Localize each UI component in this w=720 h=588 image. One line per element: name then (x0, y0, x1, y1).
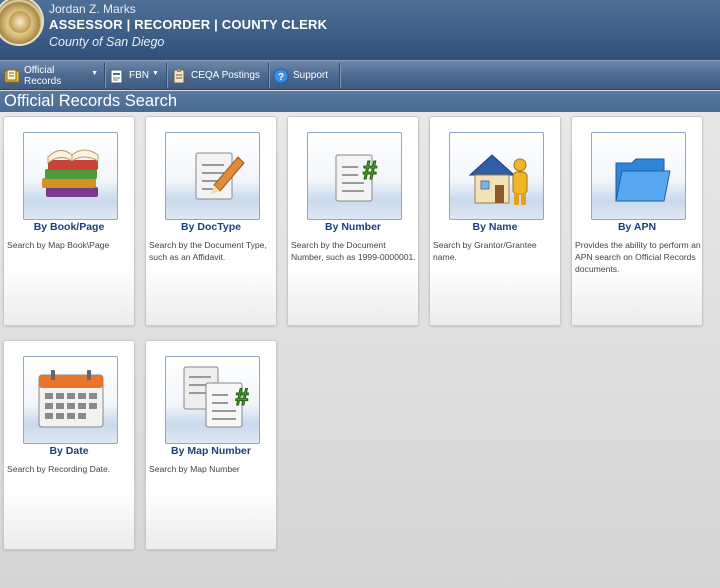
nav-ceqa-postings-label: CEQA Postings (191, 70, 260, 81)
tile-by-doctype-description: Search by the Document Type, such as an … (149, 240, 267, 262)
county-seal-logo (0, 0, 44, 46)
official-name: Jordan Z. Marks (49, 2, 136, 16)
svg-text:?: ? (278, 72, 284, 83)
book-icon (4, 68, 20, 84)
tile-by-book-page-description: Search by Map Book\Page (7, 240, 110, 250)
nav-support-label: Support (293, 70, 329, 81)
document-icon (109, 68, 125, 84)
tile-by-doctype-title: By DocType (181, 221, 241, 233)
tile-by-book-page-title: By Book/Page (33, 221, 105, 233)
house-person-icon (449, 132, 544, 220)
tile-by-date-description: Search by Recording Date. (7, 464, 111, 474)
nav-fbn-label: FBN (129, 70, 149, 81)
nav-support[interactable]: ? Support (269, 63, 340, 88)
svg-text:#: # (363, 155, 378, 185)
tile-by-name[interactable]: By Name Search by Grantor/Grantee name. (429, 116, 561, 326)
help-icon: ? (273, 68, 289, 84)
tile-by-book-page[interactable]: By Book/Page Search by Map Book\Page (3, 116, 135, 326)
stacked-books-icon (23, 132, 118, 220)
search-options-area: By Book/Page Search by Map Book\Page By … (0, 112, 720, 588)
folder-icon (591, 132, 686, 220)
chevron-down-icon: ▼ (152, 70, 159, 77)
page-title: Official Records Search (4, 92, 178, 110)
document-number-icon: # (307, 132, 402, 220)
tile-by-number[interactable]: # By Number Search by the Document Numbe… (287, 116, 419, 326)
site-header: Jordan Z. Marks ASSESSOR | RECORDER | CO… (0, 0, 720, 60)
tile-by-number-description: Search by the Document Number, such as 1… (291, 240, 416, 262)
tile-by-apn-description: Provides the ability to perform an APN s… (575, 240, 701, 274)
map-documents-icon: # (165, 356, 260, 444)
tile-by-name-description: Search by Grantor/Grantee name. (433, 240, 537, 262)
main-nav: Official Records ▼ FBN ▼ CEQA Postings ?… (0, 60, 720, 90)
nav-ceqa-postings[interactable]: CEQA Postings (167, 63, 269, 88)
calendar-icon (23, 356, 118, 444)
nav-official-records-label: Official Records (24, 64, 62, 87)
tile-by-doctype[interactable]: By DocType Search by the Document Type, … (145, 116, 277, 326)
page-title-bar: Official Records Search (0, 91, 720, 112)
chevron-down-icon: ▼ (91, 70, 98, 77)
tile-by-number-title: By Number (324, 221, 381, 233)
tile-by-date-title: By Date (49, 445, 89, 457)
tile-by-name-title: By Name (472, 221, 518, 233)
tile-by-map-number-description: Search by Map Number (149, 464, 240, 474)
document-pencil-icon (165, 132, 260, 220)
tile-by-map-number[interactable]: # By Map Number Search by Map Number (145, 340, 277, 550)
svg-text:#: # (235, 384, 248, 411)
clipboard-icon (171, 68, 187, 84)
tile-by-map-number-title: By Map Number (171, 445, 251, 457)
nav-fbn[interactable]: FBN ▼ (105, 63, 167, 88)
tile-by-date[interactable]: By Date Search by Recording Date. (3, 340, 135, 550)
tile-by-apn-title: By APN (617, 221, 657, 233)
county-name: County of San Diego (49, 35, 165, 49)
nav-official-records[interactable]: Official Records ▼ (0, 63, 105, 88)
tile-by-apn[interactable]: By APN Provides the ability to perform a… (571, 116, 703, 326)
office-title: ASSESSOR | RECORDER | COUNTY CLERK (49, 17, 328, 32)
